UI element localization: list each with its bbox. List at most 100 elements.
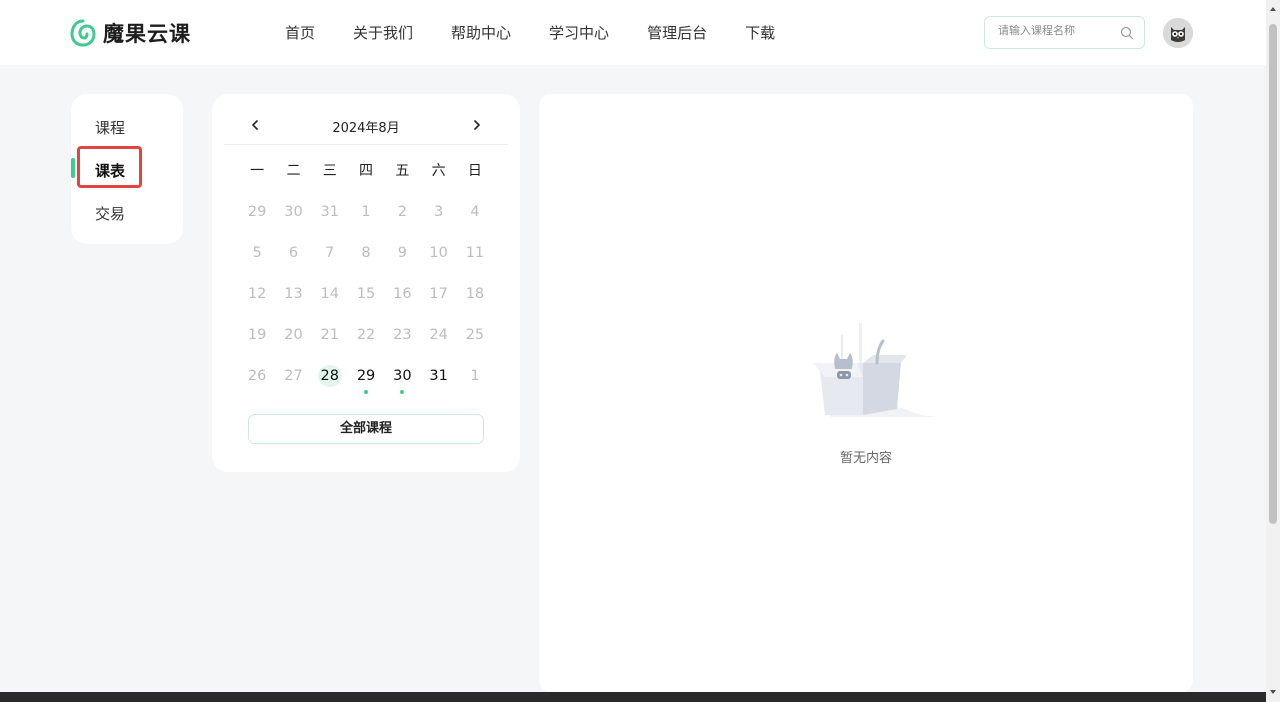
nav-admin[interactable]: 管理后台 [647, 22, 707, 43]
calendar-day-number: 14 [320, 286, 339, 302]
scroll-down-arrow-icon[interactable] [1268, 687, 1278, 697]
calendar-day[interactable]: 10 [420, 242, 456, 283]
calendar-day-number: 4 [470, 204, 480, 220]
calendar-grid: 一二三四五六日 29 30 31 1 2 3 4 5 6 7 8 9 10 11 12 13 14 15 16 17 18… [239, 160, 493, 406]
calendar-day[interactable]: 31 [312, 201, 348, 242]
active-indicator [71, 158, 75, 178]
brand-name: 魔果云课 [103, 22, 191, 46]
search-input[interactable] [998, 24, 1118, 37]
nav-home[interactable]: 首页 [285, 22, 315, 43]
bottom-footer-edge [0, 692, 1266, 702]
calendar-day-number: 1 [470, 368, 480, 384]
weekday-header: 二 [286, 163, 301, 179]
calendar-day-number: 20 [284, 327, 303, 343]
calendar-day[interactable]: 9 [384, 242, 420, 283]
highlight-box [77, 146, 142, 188]
calendar-day-number: 18 [465, 286, 485, 302]
calendar-divider [224, 144, 508, 145]
calendar-day[interactable]: 29 [348, 365, 384, 406]
weekday-header: 一 [250, 163, 265, 179]
calendar-day[interactable]: 27 [275, 365, 311, 406]
calendar-day-number: 22 [356, 327, 376, 343]
calendar-day-number: 1 [361, 204, 371, 220]
weekday-header: 三 [322, 163, 337, 179]
calendar-panel: 2024年8月 一二三四五六日 29 30 31 1 2 3 4 5 6 7 8 9 10 11 12 13 14… [212, 94, 520, 472]
calendar-day[interactable]: 2 [384, 201, 420, 242]
calendar-day-number: 13 [284, 286, 303, 302]
user-avatar[interactable] [1163, 18, 1193, 48]
has-course-dot [400, 390, 405, 394]
side-item-courses[interactable]: 课程 [95, 117, 125, 138]
calendar-day[interactable]: 6 [275, 242, 311, 283]
calendar-day-number: 15 [356, 286, 376, 302]
nav-learning[interactable]: 学习中心 [549, 22, 609, 43]
calendar-day-number: 12 [247, 286, 267, 302]
side-menu: 课程 课表 交易 [71, 94, 183, 244]
calendar-day-number: 29 [356, 368, 376, 384]
calendar-day[interactable]: 16 [384, 283, 420, 324]
calendar-day-number: 2 [397, 204, 407, 220]
calendar-day[interactable]: 20 [275, 324, 311, 365]
calendar-day[interactable]: 24 [420, 324, 456, 365]
calendar-day-number: 19 [247, 327, 267, 343]
calendar-day[interactable]: 11 [457, 242, 493, 283]
top-header: 魔果云课 首页 关于我们 帮助中心 学习中心 管理后台 下载 [0, 0, 1266, 65]
calendar-day[interactable]: 3 [420, 201, 456, 242]
search-icon[interactable] [1120, 26, 1134, 40]
calendar-day[interactable]: 5 [239, 242, 275, 283]
calendar-day[interactable]: 7 [312, 242, 348, 283]
calendar-day-number: 27 [284, 368, 303, 384]
calendar-day-number: 30 [393, 368, 412, 384]
calendar-day-today[interactable]: 28 [312, 365, 348, 406]
calendar-day-number: 9 [397, 245, 407, 261]
calendar-day[interactable]: 30 [275, 201, 311, 242]
empty-state-text: 暂无内容 [839, 451, 892, 466]
calendar-day-number: 6 [288, 245, 299, 261]
calendar-day[interactable]: 1 [348, 201, 384, 242]
calendar-day-number: 17 [429, 286, 448, 302]
calendar-day[interactable]: 25 [457, 324, 493, 365]
calendar-day[interactable]: 1 [457, 365, 493, 406]
brand-logo[interactable]: 魔果云课 [70, 18, 191, 48]
scrollbar-thumb[interactable] [1269, 24, 1277, 524]
scroll-up-arrow-icon[interactable] [1268, 4, 1278, 14]
calendar-day-number: 29 [247, 204, 267, 220]
calendar-day-number: 8 [361, 245, 371, 261]
nav-download[interactable]: 下载 [745, 22, 775, 43]
weekday-header: 五 [395, 163, 410, 179]
calendar-day[interactable]: 14 [312, 283, 348, 324]
calendar-day[interactable]: 23 [384, 324, 420, 365]
calendar-day[interactable]: 26 [239, 365, 275, 406]
calendar-day[interactable]: 19 [239, 324, 275, 365]
calendar-day[interactable]: 12 [239, 283, 275, 324]
calendar-day[interactable]: 22 [348, 324, 384, 365]
side-item-transactions[interactable]: 交易 [95, 203, 125, 224]
weekday-header: 四 [359, 163, 374, 179]
weekday-header: 六 [431, 163, 446, 179]
schedule-content: 暂无内容 [539, 94, 1193, 692]
page-scrollbar[interactable] [1266, 0, 1280, 702]
calendar-day[interactable]: 4 [457, 201, 493, 242]
empty-box-illustration [813, 323, 936, 417]
next-month-icon[interactable] [470, 118, 484, 132]
calendar-day-number: 30 [284, 204, 303, 220]
nav-help[interactable]: 帮助中心 [451, 22, 511, 43]
calendar-day[interactable]: 13 [275, 283, 311, 324]
calendar-day-number: 10 [429, 245, 448, 261]
all-courses-button[interactable]: 全部课程 [248, 414, 484, 444]
calendar-day[interactable]: 21 [312, 324, 348, 365]
calendar-day[interactable]: 30 [384, 365, 420, 406]
search-box [984, 16, 1145, 49]
nav-about[interactable]: 关于我们 [353, 22, 413, 43]
calendar-day[interactable]: 8 [348, 242, 384, 283]
calendar-day-number: 3 [434, 204, 444, 220]
calendar-day[interactable]: 15 [348, 283, 384, 324]
calendar-day-number: 5 [252, 245, 262, 261]
calendar-day[interactable]: 17 [420, 283, 456, 324]
calendar-day[interactable]: 18 [457, 283, 493, 324]
main-nav: 首页 关于我们 帮助中心 学习中心 管理后台 下载 [285, 22, 813, 43]
owl-avatar-icon [1163, 18, 1193, 48]
calendar-day-number: 23 [393, 327, 412, 343]
calendar-day[interactable]: 31 [420, 365, 456, 406]
calendar-day[interactable]: 29 [239, 201, 275, 242]
